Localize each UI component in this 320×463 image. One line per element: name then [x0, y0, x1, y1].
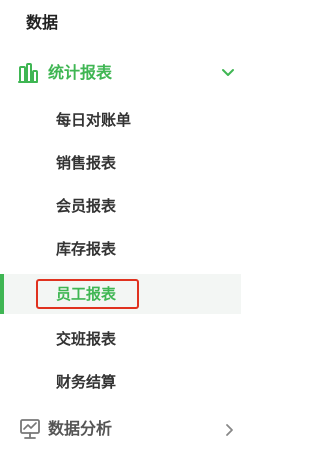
submenu-item-label: 交班报表: [56, 330, 117, 348]
submenu-item-financial-settlement[interactable]: 财务结算: [0, 362, 241, 402]
submenu-item-inventory-report[interactable]: 库存报表: [0, 229, 241, 269]
chevron-right-icon[interactable]: [224, 423, 236, 437]
submenu-item-employee-report[interactable]: 员工报表: [0, 274, 241, 314]
menu-data-analysis[interactable]: 数据分析: [0, 412, 241, 448]
bar-chart-icon: [18, 63, 38, 83]
active-indicator-bar: [0, 274, 4, 314]
menu-stats-reports[interactable]: 统计报表: [0, 58, 241, 90]
section-title: 数据: [26, 13, 59, 32]
sidebar: 数据 统计报表 每日对账单 销售报表 会员报表 库存报表 员工报表 交班报表 财…: [0, 0, 241, 463]
menu-data-analysis-label: 数据分析: [48, 419, 113, 438]
submenu-item-label: 库存报表: [56, 240, 117, 258]
chevron-down-icon[interactable]: [221, 66, 235, 80]
menu-stats-reports-label: 统计报表: [48, 63, 113, 82]
submenu-item-sales-report[interactable]: 销售报表: [0, 143, 241, 183]
submenu-item-label: 销售报表: [56, 154, 117, 172]
submenu-item-member-report[interactable]: 会员报表: [0, 186, 241, 226]
submenu-item-label: 会员报表: [56, 197, 117, 215]
monitor-chart-icon: [20, 419, 40, 439]
submenu-item-label: 员工报表: [56, 285, 117, 303]
submenu-item-daily-statement[interactable]: 每日对账单: [0, 100, 241, 140]
submenu-item-label: 每日对账单: [56, 111, 132, 129]
submenu-item-shift-report[interactable]: 交班报表: [0, 319, 241, 359]
submenu-item-label: 财务结算: [56, 373, 117, 391]
